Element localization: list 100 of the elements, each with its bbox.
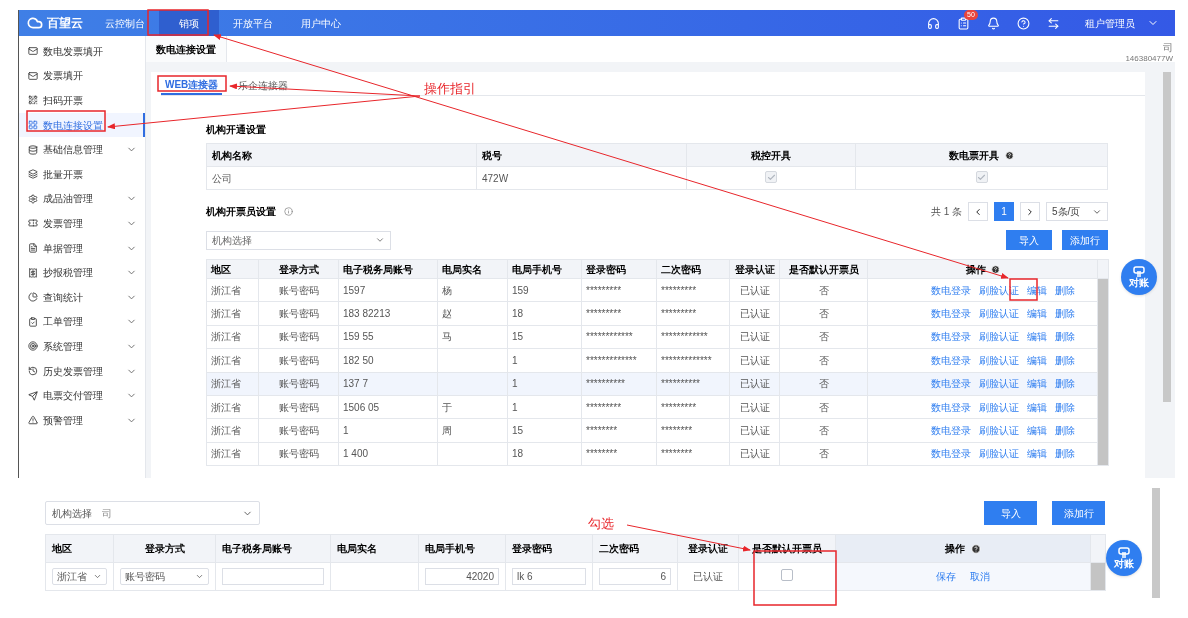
table-row[interactable]: 浙江省 账号密码 137 7 1 ********** ********** 已认证 否 数电登录 刷脸认证 编辑 删除 bbox=[206, 372, 1109, 396]
action-link[interactable]: 编辑 bbox=[1026, 352, 1047, 368]
action-link[interactable]: 删除 bbox=[1054, 446, 1075, 462]
action-link[interactable]: 刷脸认证 bbox=[978, 352, 1019, 368]
phone-input[interactable]: 42020 bbox=[425, 568, 499, 585]
checkbox[interactable] bbox=[781, 568, 793, 581]
action-link[interactable]: 刷脸认证 bbox=[978, 376, 1019, 392]
sidebar-item[interactable]: 历史发票管理 bbox=[19, 358, 145, 384]
action-link[interactable]: 数电登录 bbox=[930, 376, 971, 392]
table-cell: ******** bbox=[656, 442, 730, 466]
action-link[interactable]: 刷脸认证 bbox=[978, 399, 1019, 415]
action-link[interactable]: 删除 bbox=[1054, 306, 1075, 322]
action-link[interactable]: 数电登录 bbox=[930, 282, 971, 298]
nav-tab[interactable]: 开放平台 bbox=[219, 10, 287, 36]
table-cell: 浙江省 bbox=[206, 442, 259, 466]
sidebar-item[interactable]: 数电发票填开 bbox=[19, 39, 145, 64]
action-link[interactable]: 编辑 bbox=[1026, 306, 1047, 322]
table-row[interactable]: 浙江省 账号密码 183 82213 赵 18 ********* ********* 已认证 否 数电登录 刷脸认证 编辑 删除 bbox=[206, 301, 1109, 326]
help-icon[interactable] bbox=[971, 544, 981, 555]
org-select[interactable]: 机构选择 bbox=[206, 230, 391, 250]
action-button[interactable]: 添加行 bbox=[1052, 501, 1105, 525]
action-link[interactable]: 编辑 bbox=[1026, 423, 1047, 439]
sidebar-item[interactable]: 电票交付管理 bbox=[19, 383, 145, 408]
action-link[interactable]: 编辑 bbox=[1026, 329, 1047, 345]
switch-icon[interactable] bbox=[1047, 16, 1060, 30]
connector-tab[interactable]: WEB连接器 bbox=[161, 75, 223, 95]
sidebar-item[interactable]: 批量开票 bbox=[19, 161, 145, 187]
action-link[interactable]: 删除 bbox=[1054, 282, 1075, 298]
page-tab[interactable]: 数电连接设置 bbox=[146, 36, 227, 62]
table-row[interactable]: 浙江省 账号密码 1506 05 于 1 ********* ********* 已认证 否 数电登录 刷脸认证 编辑 删除 bbox=[206, 395, 1109, 419]
table-cell: 杨 bbox=[437, 278, 508, 302]
account-input[interactable] bbox=[222, 568, 324, 585]
password-input[interactable]: lk 6 bbox=[512, 568, 586, 585]
table-cell: ********** bbox=[656, 372, 730, 396]
region-select[interactable]: 浙江省 bbox=[52, 568, 107, 585]
nav-tab[interactable]: 云控制台 bbox=[91, 10, 159, 36]
org-select[interactable]: 机构选择 司 bbox=[45, 501, 260, 525]
reconcile-button[interactable]: 对账 bbox=[1121, 259, 1157, 295]
action-link[interactable]: 数电登录 bbox=[930, 352, 971, 368]
action-link[interactable]: 刷脸认证 bbox=[978, 446, 1019, 462]
action-button[interactable]: 添加行 bbox=[1062, 230, 1108, 250]
sidebar-item[interactable]: 基础信息管理 bbox=[19, 137, 145, 162]
sidebar-item[interactable]: 发票填开 bbox=[19, 63, 145, 89]
action-button[interactable]: 导入 bbox=[984, 501, 1037, 525]
action-link[interactable]: 刷脸认证 bbox=[978, 306, 1019, 322]
reconcile-button[interactable]: 对账 bbox=[1106, 540, 1142, 576]
checkbox[interactable] bbox=[765, 171, 778, 183]
sidebar-item[interactable]: 抄报税管理 bbox=[19, 260, 145, 285]
sidebar-item[interactable]: 扫码开票 bbox=[19, 88, 145, 113]
info-icon[interactable] bbox=[284, 207, 293, 216]
table-row[interactable]: 浙江省 账号密码 159 55 马 15 ************ ************ 已认证 否 数电登录 刷脸认证 编辑 删除 bbox=[206, 325, 1109, 349]
action-link[interactable]: 刷脸认证 bbox=[978, 329, 1019, 345]
action-link[interactable]: 删除 bbox=[1054, 329, 1075, 345]
nav-tab[interactable]: 用户中心 bbox=[287, 10, 355, 36]
table-row[interactable]: 浙江省 账号密码 1 周 15 ******** ******** 已认证 否 数电登录 刷脸认证 编辑 删除 bbox=[206, 418, 1109, 443]
user-menu[interactable]: 租户管理员 bbox=[1085, 15, 1159, 31]
action-link[interactable]: 数电登录 bbox=[930, 423, 971, 439]
action-link[interactable]: 取消 bbox=[970, 569, 990, 584]
action-link[interactable]: 数电登录 bbox=[930, 306, 971, 322]
page-button[interactable]: 1 bbox=[994, 202, 1014, 221]
action-button[interactable]: 导入 bbox=[1006, 230, 1052, 250]
action-link[interactable]: 编辑 bbox=[1026, 376, 1047, 392]
scrollbar[interactable] bbox=[1152, 488, 1160, 598]
action-link[interactable]: 数电登录 bbox=[930, 329, 971, 345]
action-link[interactable]: 刷脸认证 bbox=[978, 423, 1019, 439]
table-cell: 18 bbox=[507, 301, 582, 326]
gear-icon bbox=[28, 193, 38, 204]
table-row[interactable]: 浙江省 账号密码 1 400 18 ******** ******** 已认证 否 数电登录 刷脸认证 编辑 删除 bbox=[206, 442, 1109, 466]
sidebar-item[interactable]: 查询统计 bbox=[19, 284, 145, 310]
help-icon[interactable] bbox=[990, 265, 1000, 275]
login-method-select[interactable]: 账号密码 bbox=[120, 568, 209, 585]
action-link[interactable]: 删除 bbox=[1054, 423, 1075, 439]
sidebar-item[interactable]: 单据管理 bbox=[19, 235, 145, 261]
previous-page-button[interactable] bbox=[968, 202, 988, 221]
page-size-select[interactable]: 5条/页 bbox=[1046, 202, 1108, 221]
action-link[interactable]: 保存 bbox=[936, 569, 956, 584]
sidebar-item[interactable]: 数电连接设置 bbox=[19, 112, 145, 138]
action-link[interactable]: 删除 bbox=[1054, 399, 1075, 415]
action-link[interactable]: 编辑 bbox=[1026, 446, 1047, 462]
sidebar-item[interactable]: 工单管理 bbox=[19, 309, 145, 335]
action-link[interactable]: 数电登录 bbox=[930, 446, 971, 462]
sidebar-item[interactable]: 成品油管理 bbox=[19, 186, 145, 212]
sidebar-item[interactable]: 系统管理 bbox=[19, 334, 145, 359]
table-cell: 137 7 bbox=[338, 372, 438, 396]
action-link[interactable]: 删除 bbox=[1054, 376, 1075, 392]
table-row[interactable]: 浙江省 账号密码 182 50 1 ************* ************* 已认证 否 数电登录 刷脸认证 编辑 删除 bbox=[206, 348, 1109, 373]
action-link[interactable]: 编辑 bbox=[1026, 399, 1047, 415]
checkbox[interactable] bbox=[975, 171, 988, 183]
help-icon[interactable] bbox=[1017, 16, 1030, 30]
action-link[interactable]: 删除 bbox=[1054, 352, 1075, 368]
second-password-input[interactable]: 6 bbox=[599, 568, 671, 585]
sidebar-item[interactable]: 预警管理 bbox=[19, 407, 145, 433]
action-link[interactable]: 数电登录 bbox=[930, 399, 971, 415]
help-icon[interactable] bbox=[1005, 151, 1015, 161]
bell-icon[interactable] bbox=[987, 16, 1000, 30]
headset-icon[interactable] bbox=[927, 16, 940, 30]
next-page-button[interactable] bbox=[1020, 202, 1040, 221]
sidebar-item[interactable]: 发票管理 bbox=[19, 211, 145, 236]
clipboard-icon[interactable] bbox=[957, 16, 970, 30]
scrollbar[interactable] bbox=[1163, 72, 1171, 402]
